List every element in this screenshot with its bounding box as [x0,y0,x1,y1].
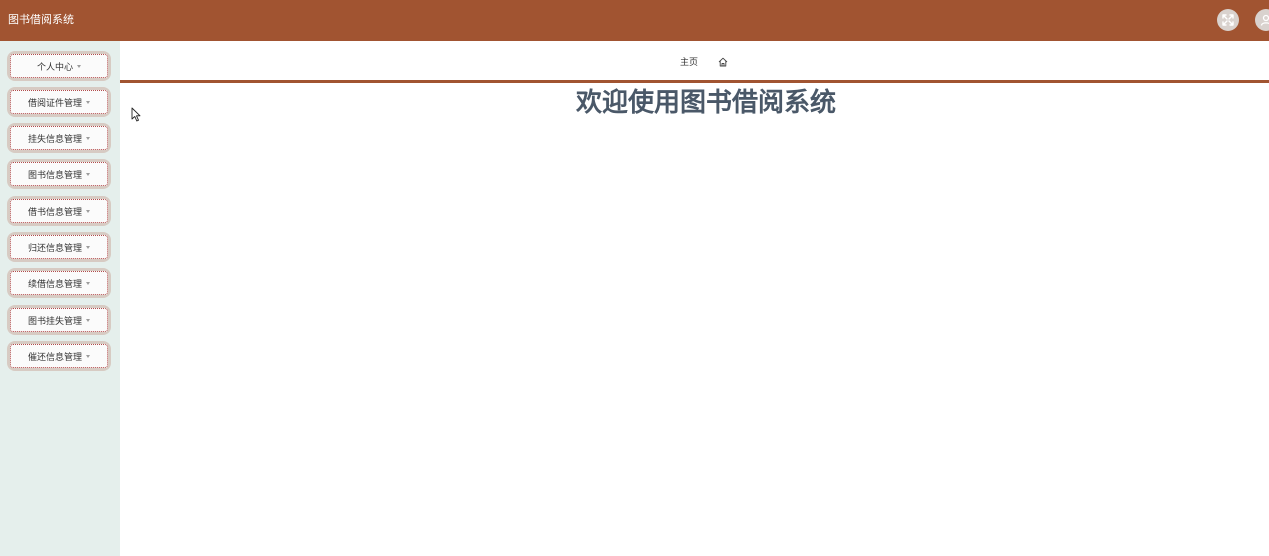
sidebar-item-label: 借书信息管理 [27,207,82,218]
fullscreen-button[interactable] [1217,9,1239,31]
chevron-down-icon [86,281,90,285]
sidebar-item-personal-center[interactable]: 个人中心 [7,51,111,81]
breadcrumb: 主页 [680,55,728,68]
sidebar-item-reminder-info[interactable]: 催还信息管理 [7,341,111,371]
sidebar-item-book-info[interactable]: 图书信息管理 [7,159,111,189]
sidebar-item-label: 个人中心 [36,62,73,73]
sidebar-item-label: 挂失信息管理 [27,134,82,145]
fullscreen-icon [1222,14,1234,26]
home-icon[interactable] [718,57,728,67]
sidebar-item-label: 图书挂失管理 [27,316,82,327]
sidebar-menu: 个人中心 借阅证件管理 挂失信息管理 图书信息管理 借书信息管理 归还信息管理 … [0,41,120,556]
breadcrumb-home-link[interactable]: 主页 [680,55,698,68]
sidebar-item-book-loss[interactable]: 图书挂失管理 [7,305,111,335]
user-icon [1260,14,1269,26]
chevron-down-icon [86,136,90,140]
sidebar-item-label: 续借信息管理 [27,279,82,290]
chevron-down-icon [86,100,90,104]
header-divider [120,80,1269,83]
sidebar-item-label: 归还信息管理 [27,243,82,254]
sidebar-item-label: 借阅证件管理 [27,98,82,109]
top-header: 图书借阅系统 [0,0,1269,41]
sidebar-item-borrow-info[interactable]: 借书信息管理 [7,196,111,226]
app-title: 图书借阅系统 [8,13,74,26]
chevron-down-icon [86,209,90,213]
sidebar-item-return-info[interactable]: 归还信息管理 [7,232,111,262]
chevron-down-icon [86,245,90,249]
user-avatar-button[interactable] [1255,9,1269,31]
welcome-heading: 欢迎使用图书借阅系统 [575,88,836,118]
chevron-down-icon [77,64,81,68]
sidebar-item-label: 图书信息管理 [27,170,82,181]
sidebar-item-renew-info[interactable]: 续借信息管理 [7,268,111,298]
chevron-down-icon [86,172,90,176]
chevron-down-icon [86,318,90,322]
sidebar-item-loss-report[interactable]: 挂失信息管理 [7,123,111,153]
chevron-down-icon [86,354,90,358]
mouse-cursor-icon [131,107,141,122]
sidebar-item-label: 催还信息管理 [27,352,82,363]
sidebar-item-borrow-card[interactable]: 借阅证件管理 [7,87,111,117]
